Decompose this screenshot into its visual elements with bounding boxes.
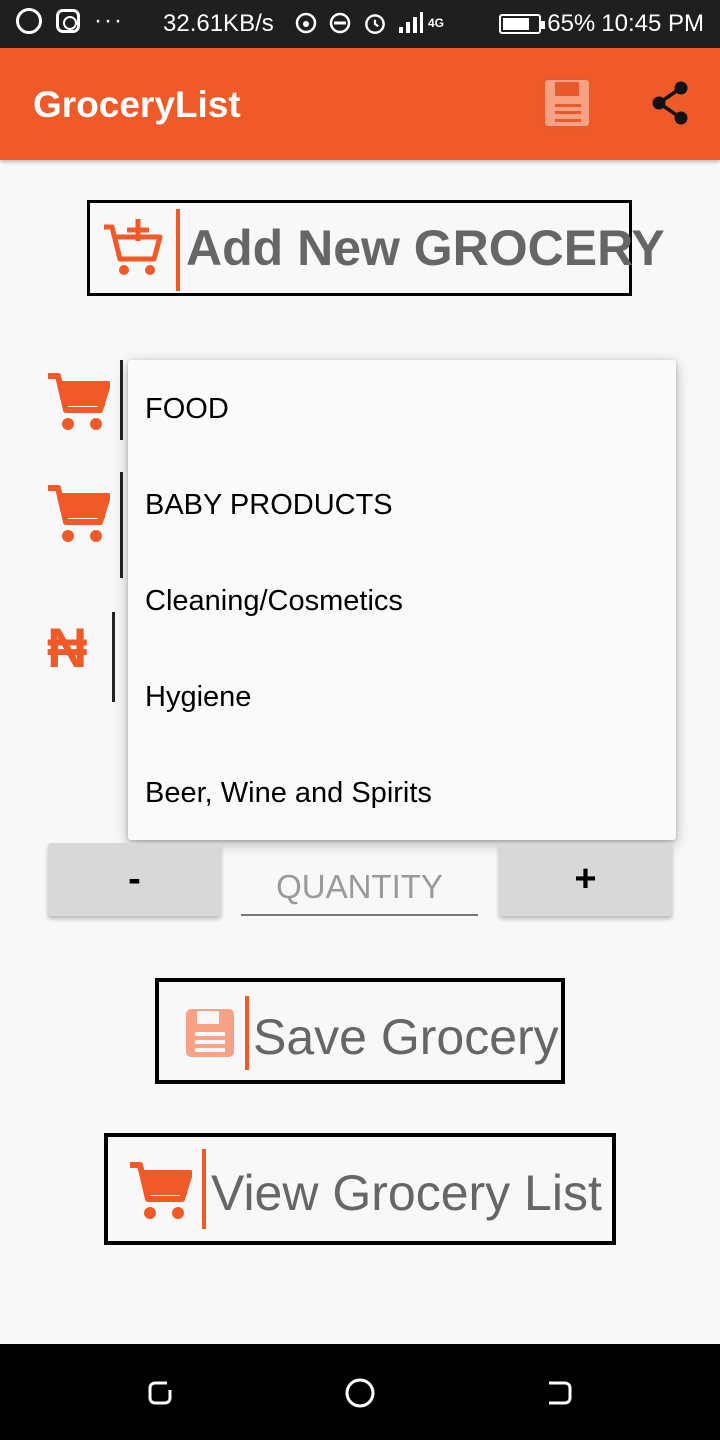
category-field-indicator <box>120 360 123 440</box>
network-type: 4G <box>428 16 445 30</box>
app-title: GroceryList <box>33 84 241 125</box>
view-grocery-list-button[interactable]: View Grocery List <box>104 1133 616 1245</box>
back-icon[interactable] <box>545 1378 575 1408</box>
dropdown-option-food[interactable]: FOOD <box>145 361 229 457</box>
divider <box>245 996 249 1070</box>
recent-apps-icon[interactable] <box>145 1378 175 1408</box>
alarm-icon <box>365 14 385 34</box>
divider <box>202 1149 206 1229</box>
whatsapp-icon <box>16 8 42 34</box>
battery-icon <box>499 14 546 34</box>
notification-icons: ··· <box>16 8 124 34</box>
dropdown-option-baby-products[interactable]: BABY PRODUCTS <box>145 457 393 553</box>
home-icon[interactable] <box>345 1378 375 1408</box>
app-bar: GroceryList <box>0 48 720 160</box>
instagram-icon <box>56 9 80 33</box>
dropdown-option-cleaning-cosmetics[interactable]: Cleaning/Cosmetics <box>145 553 403 649</box>
dnd-icon <box>329 12 351 34</box>
hotspot-icon <box>295 12 317 34</box>
more-notifications-icon: ··· <box>94 7 124 34</box>
view-grocery-list-label: View Grocery List <box>211 1165 602 1221</box>
quantity-input[interactable] <box>241 860 478 916</box>
dropdown-option-hygiene[interactable]: Hygiene <box>145 649 251 745</box>
status-bar: ··· 32.61KB/s 4G 65% 10:45 PM <box>0 0 720 48</box>
category-cart-icon <box>48 373 110 430</box>
cart-plus-icon <box>104 219 163 275</box>
subcategory-field-indicator <box>120 472 123 578</box>
header-title: Add New GROCERY <box>186 220 665 276</box>
clock: 10:45 PM <box>601 10 704 37</box>
network-speed: 32.61KB/s <box>163 10 274 37</box>
cart-icon <box>130 1162 192 1219</box>
category-dropdown-menu: FOOD BABY PRODUCTS Cleaning/Cosmetics Hy… <box>128 360 676 840</box>
save-icon[interactable] <box>542 77 592 129</box>
status-right: 65% 10:45 PM <box>499 10 704 38</box>
price-field-indicator <box>112 612 115 702</box>
navigation-bar <box>0 1344 720 1440</box>
system-icons: 4G <box>294 10 444 36</box>
save-grocery-button[interactable]: Save Grocery <box>155 978 565 1084</box>
save-grocery-label: Save Grocery <box>253 1009 559 1065</box>
add-new-grocery-header: Add New GROCERY <box>87 200 665 296</box>
share-icon[interactable] <box>650 80 692 126</box>
dropdown-option-beer-wine-spirits[interactable]: Beer, Wine and Spirits <box>145 745 432 841</box>
signal-icon <box>399 12 423 33</box>
divider <box>176 209 180 291</box>
increase-quantity-button[interactable]: + <box>499 843 672 916</box>
naira-icon: ₦ <box>47 616 88 679</box>
decrease-quantity-button[interactable]: - <box>48 843 221 916</box>
subcategory-cart-icon <box>48 485 110 542</box>
battery-level: 65% <box>547 10 596 37</box>
save-icon <box>186 1009 234 1057</box>
